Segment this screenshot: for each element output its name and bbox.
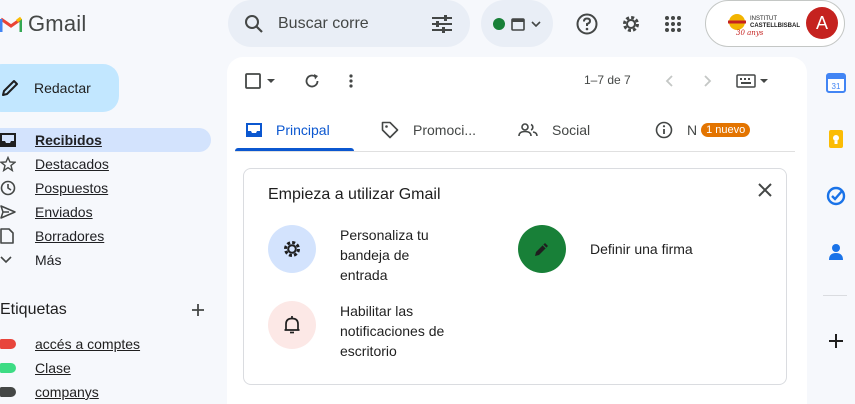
sidebar-item-more[interactable]: Más xyxy=(0,248,211,272)
pagination-text: 1–7 de 7 xyxy=(584,73,631,87)
sidebar-item-label: Enviados xyxy=(35,204,93,220)
tab-novedades[interactable]: N 1 nuevo xyxy=(655,109,751,151)
contacts-icon[interactable] xyxy=(825,241,847,263)
sidebar-item-inbox[interactable]: Recibidos xyxy=(0,128,211,152)
gmail-logo[interactable]: Gmail xyxy=(0,8,86,40)
labels-header: Etiquetas xyxy=(0,298,205,322)
chevron-down-icon xyxy=(0,256,18,264)
account-switcher[interactable]: 30 anys INSTITUT CASTELLBISBAL A xyxy=(705,0,845,47)
add-label-icon[interactable] xyxy=(191,303,205,317)
draft-icon xyxy=(0,228,18,244)
label-item-companys[interactable]: companys xyxy=(0,381,99,403)
personalize-inbox-button[interactable] xyxy=(268,225,316,273)
star-icon xyxy=(0,156,18,172)
search-icon[interactable] xyxy=(244,14,264,34)
calendar-icon[interactable]: 31 xyxy=(825,72,847,94)
search-input[interactable]: Buscar corre xyxy=(278,15,369,33)
gear-icon xyxy=(281,238,303,260)
tip-signature-text[interactable]: Definir una firma xyxy=(590,239,730,259)
side-panel-rail: 31 xyxy=(820,58,855,404)
label-text: accés a comptes xyxy=(35,336,141,352)
tip-notifications-text[interactable]: Habilitar las notificaciones de escritor… xyxy=(340,301,460,361)
previous-page-icon[interactable] xyxy=(665,69,673,93)
sidebar-item-snoozed[interactable]: Pospuestos xyxy=(0,176,211,200)
sidebar-item-label: Borradores xyxy=(35,228,105,244)
svg-text:31: 31 xyxy=(832,82,841,91)
inbox-tab-icon xyxy=(246,123,262,137)
enable-notifications-button[interactable] xyxy=(268,301,316,349)
compose-label: Redactar xyxy=(34,80,91,96)
define-signature-button[interactable] xyxy=(518,225,566,273)
welcome-card: Empieza a utilizar Gmail Personaliza tu … xyxy=(243,168,787,385)
status-selector[interactable] xyxy=(481,0,553,47)
svg-text:30 anys: 30 anys xyxy=(736,29,764,37)
add-addon-icon[interactable] xyxy=(825,330,847,352)
tip-personalize-text[interactable]: Personaliza tu bandeja de entrada xyxy=(340,225,450,285)
sidebar-item-label: Pospuestos xyxy=(35,180,109,196)
label-tag-icon xyxy=(0,339,16,349)
sidebar-item-starred[interactable]: Destacados xyxy=(0,152,211,176)
calendar-status-icon xyxy=(511,17,525,31)
tasks-icon[interactable] xyxy=(825,185,847,207)
apps-grid-icon[interactable] xyxy=(653,4,693,44)
label-tag-icon xyxy=(0,387,16,397)
keyboard-input-icon[interactable] xyxy=(736,69,770,93)
sidebar-item-drafts[interactable]: Borradores xyxy=(0,224,211,248)
inbox-icon xyxy=(0,133,18,147)
send-icon xyxy=(0,205,18,219)
tag-icon xyxy=(381,121,399,139)
compose-button[interactable]: Redactar xyxy=(0,64,119,112)
help-icon[interactable] xyxy=(567,4,607,44)
search-options-icon[interactable] xyxy=(432,14,452,33)
svg-text:CASTELLBISBAL: CASTELLBISBAL xyxy=(750,23,800,29)
tab-label: N xyxy=(687,122,698,138)
main-panel: 1–7 de 7 Principal Promoci... Social N 1… xyxy=(227,57,807,404)
tab-label: Promoci... xyxy=(413,122,477,138)
search-bar[interactable]: Buscar corre xyxy=(228,0,470,47)
settings-gear-icon[interactable] xyxy=(611,4,651,44)
pen-icon xyxy=(532,239,552,259)
tab-promociones[interactable]: Promoci... xyxy=(381,109,476,151)
tabs-divider xyxy=(235,151,795,152)
app-title: Gmail xyxy=(28,11,87,36)
rail-divider xyxy=(823,295,847,296)
tab-social[interactable]: Social xyxy=(518,109,590,151)
tab-label: Social xyxy=(552,122,591,138)
sidebar-item-label: Más xyxy=(35,252,62,268)
avatar[interactable]: A xyxy=(806,7,838,39)
sidebar-item-sent[interactable]: Enviados xyxy=(0,200,211,224)
gmail-m-icon xyxy=(0,15,22,33)
status-dot-icon xyxy=(493,17,505,30)
labels-title: Etiquetas xyxy=(0,301,67,318)
bell-icon xyxy=(283,315,301,335)
new-badge: 1 nuevo xyxy=(701,123,751,137)
more-options-icon[interactable] xyxy=(349,69,353,93)
sidebar-item-label: Recibidos xyxy=(35,132,102,148)
tab-principal[interactable]: Principal xyxy=(246,109,330,151)
select-all-checkbox[interactable] xyxy=(245,69,277,93)
label-tag-icon xyxy=(0,363,16,373)
keep-notes-icon[interactable] xyxy=(825,128,847,150)
welcome-card-title: Empieza a utilizar Gmail xyxy=(268,186,441,203)
info-icon xyxy=(655,121,673,139)
pencil-icon xyxy=(0,78,20,98)
label-item-acces-a-comptes[interactable]: accés a comptes xyxy=(0,333,140,355)
clock-icon xyxy=(0,180,18,196)
chevron-down-icon xyxy=(531,20,541,27)
refresh-icon[interactable] xyxy=(304,69,320,93)
institut-castellbisbal-logo: 30 anys INSTITUT CASTELLBISBAL xyxy=(724,10,804,38)
sidebar-item-label: Destacados xyxy=(35,156,109,172)
next-page-icon[interactable] xyxy=(704,69,712,93)
label-text: Clase xyxy=(35,360,71,376)
close-icon[interactable] xyxy=(758,183,772,197)
label-item-clase[interactable]: Clase xyxy=(0,357,71,379)
tab-label: Principal xyxy=(276,122,330,138)
people-icon xyxy=(518,123,538,137)
label-text: companys xyxy=(35,384,99,400)
svg-text:INSTITUT: INSTITUT xyxy=(750,16,777,22)
